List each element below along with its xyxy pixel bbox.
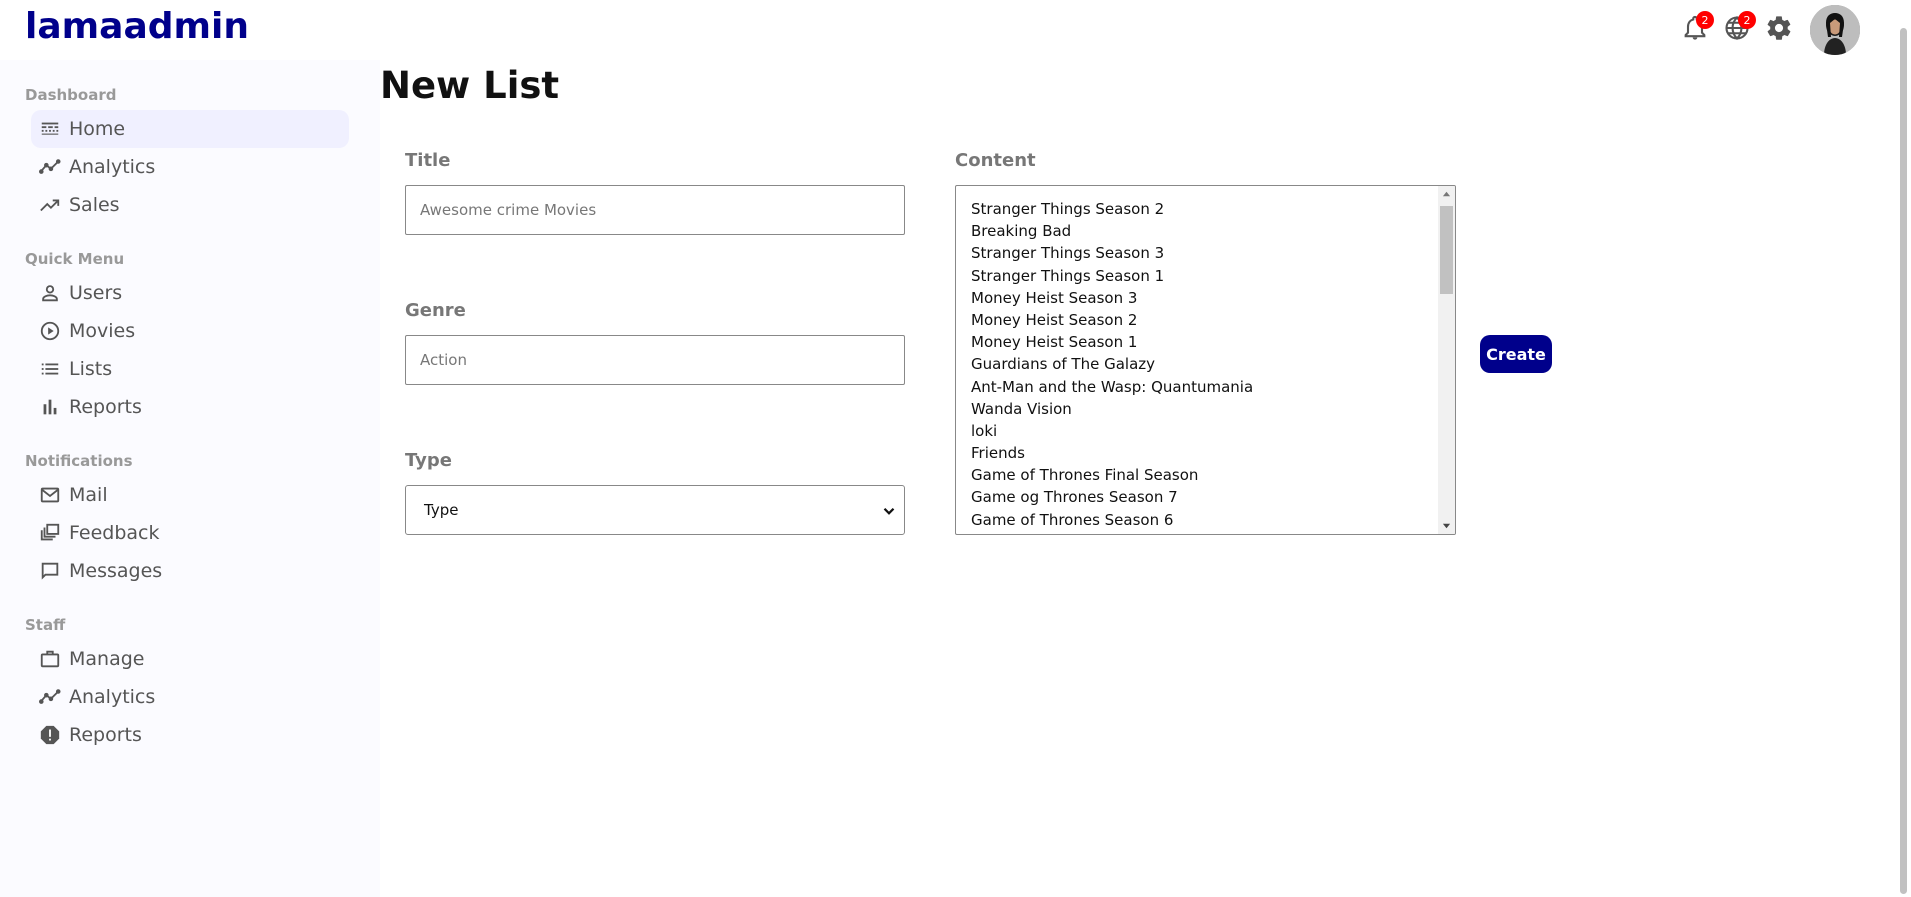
sidebar-item-label: Feedback (69, 522, 160, 544)
scroll-down-arrow-icon[interactable] (1438, 517, 1455, 534)
sidebar-item-label: Sales (69, 194, 120, 216)
content-multiselect[interactable]: Stranger Things Season 2 Breaking Bad Stra… (955, 185, 1456, 535)
sidebar-section-title: Notifications (25, 452, 133, 470)
page-title: New List (380, 64, 560, 107)
sidebar-item-messages[interactable]: Messages (31, 552, 349, 590)
sidebar-item-label: Movies (69, 320, 136, 342)
sidebar-item-label: Lists (69, 358, 113, 380)
content-scrollbar[interactable] (1438, 186, 1455, 534)
type-select-value: Type (424, 501, 459, 519)
content-option[interactable]: Breaking Bad (971, 220, 1253, 242)
bar-chart-icon (39, 396, 61, 418)
topbar: lamaadmin 2 2 (0, 0, 1896, 60)
window-scroll-thumb[interactable] (1900, 28, 1907, 894)
create-button[interactable]: Create (1480, 335, 1552, 373)
sidebar-item-staff-analytics[interactable]: Analytics (31, 678, 349, 716)
sidebar-item-movies[interactable]: Movies (31, 312, 349, 350)
person-outline-icon (39, 282, 61, 304)
timeline-icon (39, 156, 61, 178)
sidebar: Dashboard Home Analytics Sales Quick Men… (0, 60, 380, 897)
gear-icon (1765, 14, 1793, 46)
topbar-icons: 2 2 (1674, 5, 1860, 55)
sidebar-item-label: Mail (69, 484, 108, 506)
notifications-button[interactable]: 2 (1674, 9, 1716, 51)
content-option[interactable]: Stranger Things Season 1 (971, 265, 1253, 287)
timeline-icon (39, 686, 61, 708)
report-icon (39, 724, 61, 746)
sidebar-item-reports[interactable]: Reports (31, 388, 349, 426)
sidebar-item-label: Users (69, 282, 123, 304)
language-badge: 2 (1738, 11, 1756, 29)
notifications-badge: 2 (1696, 11, 1714, 29)
content-option[interactable]: Game of Thrones Final Season (971, 464, 1253, 486)
sidebar-item-staff-reports[interactable]: Reports (31, 716, 349, 754)
sidebar-item-feedback[interactable]: Feedback (31, 514, 349, 552)
content-option[interactable]: Guardians of The Galazy (971, 353, 1253, 375)
content-option[interactable]: loki (971, 420, 1253, 442)
scroll-up-arrow-icon[interactable] (1438, 186, 1455, 203)
play-circle-icon (39, 320, 61, 342)
content-option[interactable]: Stranger Things Season 2 (971, 198, 1253, 220)
content-option[interactable]: Friends (971, 442, 1253, 464)
avatar[interactable] (1810, 5, 1860, 55)
sidebar-item-analytics[interactable]: Analytics (31, 148, 349, 186)
content-scroll-thumb[interactable] (1440, 206, 1453, 294)
sidebar-item-users[interactable]: Users (31, 274, 349, 312)
line-style-icon (39, 118, 61, 140)
sidebar-item-label: Messages (69, 560, 163, 582)
trending-up-icon (39, 194, 61, 216)
sidebar-item-label: Reports (69, 724, 142, 746)
sidebar-section-title: Dashboard (25, 86, 117, 104)
content-option[interactable]: Money Heist Season 2 (971, 309, 1253, 331)
genre-input[interactable] (405, 335, 905, 385)
sidebar-item-label: Reports (69, 396, 142, 418)
sidebar-item-sales[interactable]: Sales (31, 186, 349, 224)
language-button[interactable]: 2 (1716, 9, 1758, 51)
content-option[interactable]: Stranger Things Season 3 (971, 242, 1253, 264)
sidebar-item-label: Manage (69, 648, 145, 670)
dynamic-feed-icon (39, 522, 61, 544)
app-logo[interactable]: lamaadmin (25, 6, 249, 47)
sidebar-item-label: Home (69, 118, 126, 140)
content-options: Stranger Things Season 2 Breaking Bad Stra… (971, 198, 1253, 531)
chevron-down-icon (883, 507, 895, 515)
sidebar-section-title: Staff (25, 616, 66, 634)
content-option[interactable]: Game of Thrones Season 6 (971, 509, 1253, 531)
content-option[interactable]: Money Heist Season 1 (971, 331, 1253, 353)
work-outline-icon (39, 648, 61, 670)
content-label: Content (955, 150, 1036, 171)
type-label: Type (405, 450, 452, 471)
sidebar-item-home[interactable]: Home (31, 110, 349, 148)
mail-outline-icon (39, 484, 61, 506)
title-label: Title (405, 150, 451, 171)
sidebar-item-manage[interactable]: Manage (31, 640, 349, 678)
genre-label: Genre (405, 300, 466, 321)
sidebar-section-title: Quick Menu (25, 250, 125, 268)
list-icon (39, 358, 61, 380)
chat-bubble-outline-icon (39, 560, 61, 582)
sidebar-item-mail[interactable]: Mail (31, 476, 349, 514)
sidebar-item-label: Analytics (69, 686, 156, 708)
type-select[interactable]: Type (405, 485, 905, 535)
main-content: New List Title Genre Type Type Content S… (380, 60, 1896, 897)
window-scrollbar[interactable] (1896, 0, 1911, 897)
title-input[interactable] (405, 185, 905, 235)
content-option[interactable]: Wanda Vision (971, 398, 1253, 420)
content-option[interactable]: Game og Thrones Season 7 (971, 486, 1253, 508)
content-option[interactable]: Money Heist Season 3 (971, 287, 1253, 309)
settings-button[interactable] (1758, 9, 1800, 51)
content-option[interactable]: Ant-Man and the Wasp: Quantumania (971, 376, 1253, 398)
sidebar-item-label: Analytics (69, 156, 156, 178)
sidebar-item-lists[interactable]: Lists (31, 350, 349, 388)
